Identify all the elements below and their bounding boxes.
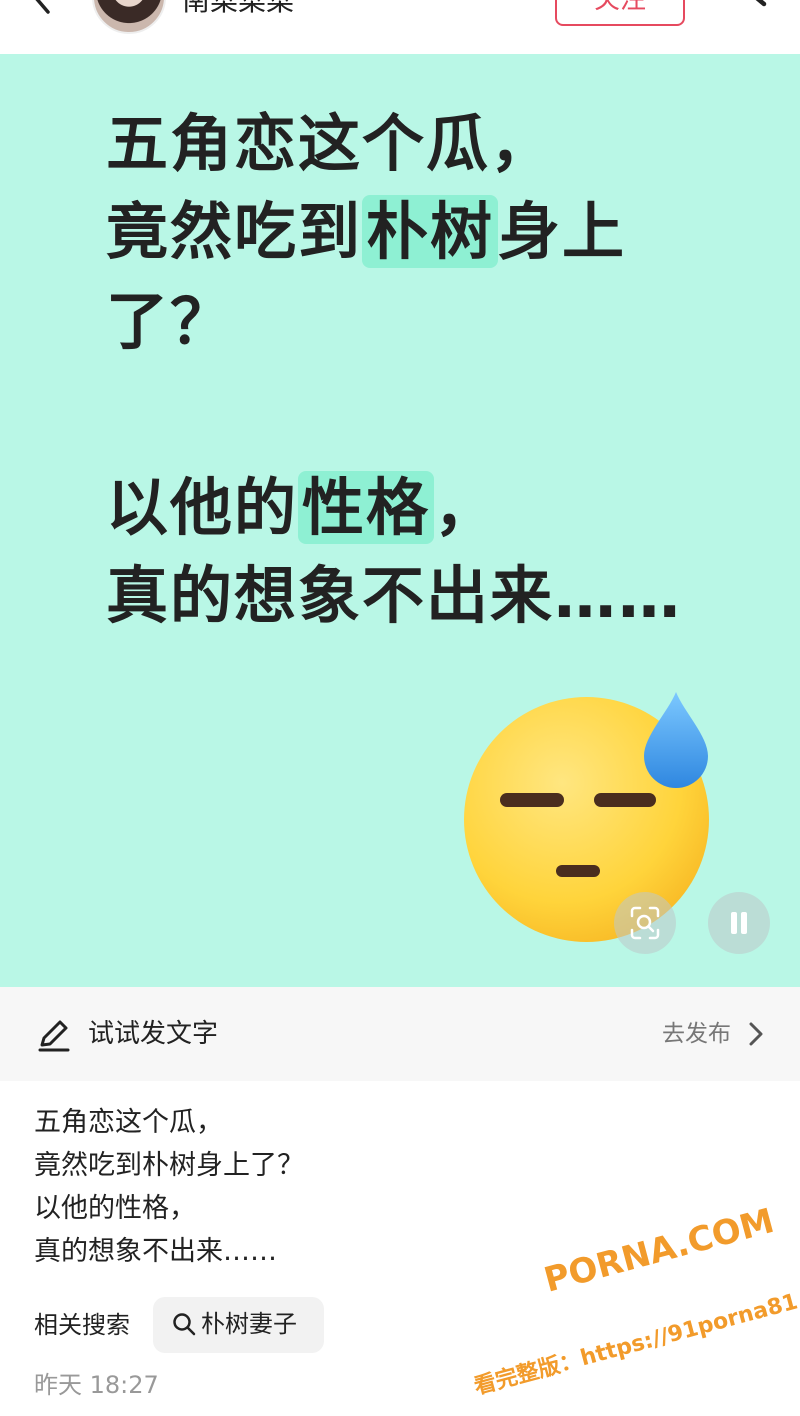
image-text-segment: 竟然吃到 bbox=[106, 195, 363, 268]
post-text-line: 竟然吃到朴树身上了？ bbox=[34, 1150, 304, 1181]
image-text-line: 竟然吃到朴树身上 bbox=[106, 195, 627, 268]
author-avatar[interactable] bbox=[92, 0, 166, 34]
author-name[interactable]: 南菜菜菜 bbox=[182, 0, 294, 16]
image-text-line: 真的想象不出来…… bbox=[106, 559, 683, 632]
try-post-bar[interactable]: 试试发文字 去发布 bbox=[0, 987, 800, 1081]
highlighted-text: 性格 bbox=[298, 471, 435, 544]
pen-icon bbox=[38, 1020, 70, 1052]
image-search-icon bbox=[630, 906, 660, 940]
chevron-right-icon bbox=[749, 1022, 763, 1046]
left-eye bbox=[500, 793, 564, 807]
watermark-url: 看完整版：https://91porna81.com bbox=[471, 1274, 800, 1400]
image-text-segment: 身上 bbox=[498, 195, 627, 268]
post-image[interactable]: 五角恋这个瓜， 竟然吃到朴树身上 了？ 以他的性格， 真的想象不出来…… bbox=[0, 54, 800, 987]
related-search-chip-label: 朴树妻子 bbox=[201, 1310, 297, 1338]
pause-button[interactable] bbox=[708, 892, 770, 954]
sweat-drop-icon bbox=[644, 692, 708, 788]
post-timestamp: 昨天 18:27 bbox=[34, 1371, 159, 1399]
post-text-line: 五角恋这个瓜， bbox=[34, 1107, 223, 1138]
search-button[interactable] bbox=[718, 0, 772, 22]
chevron-left-icon bbox=[35, 0, 50, 14]
try-post-label: 试试发文字 bbox=[88, 1019, 219, 1049]
image-text-segment: ， bbox=[434, 471, 499, 544]
go-publish-link[interactable]: 去发布 bbox=[662, 1019, 731, 1049]
image-text-segment: 以他的 bbox=[106, 471, 299, 544]
post-text-line: 以他的性格， bbox=[34, 1193, 196, 1224]
mouth bbox=[556, 865, 600, 877]
related-search-label: 相关搜索 bbox=[34, 1311, 130, 1339]
right-eye bbox=[594, 793, 656, 807]
top-bar: 南菜菜菜 关注 bbox=[0, 0, 800, 54]
image-text-line: 以他的性格， bbox=[106, 471, 499, 544]
related-search-chip[interactable]: 朴树妻子 bbox=[153, 1297, 324, 1353]
follow-button[interactable]: 关注 bbox=[555, 0, 685, 26]
search-icon bbox=[173, 1313, 196, 1336]
back-button[interactable] bbox=[22, 0, 62, 24]
highlighted-text: 朴树 bbox=[362, 195, 499, 268]
image-text-line: 了？ bbox=[106, 285, 235, 358]
search-icon bbox=[755, 0, 767, 7]
image-text-line: 五角恋这个瓜， bbox=[106, 107, 555, 180]
image-search-button[interactable] bbox=[614, 892, 676, 954]
